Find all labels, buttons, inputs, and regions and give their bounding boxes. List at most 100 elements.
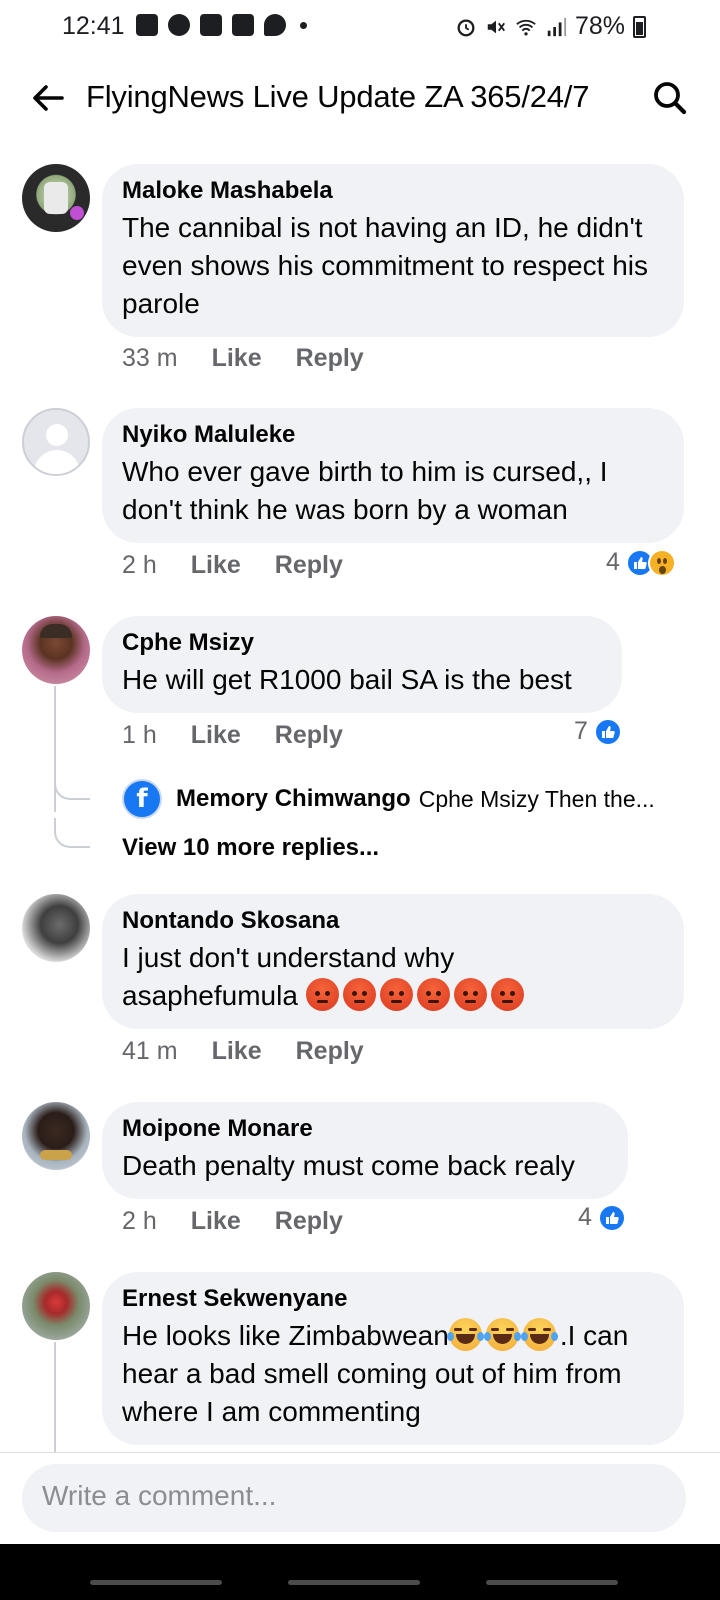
comment-bubble[interactable]: Cphe Msizy He will get R1000 bail SA is … xyxy=(102,616,622,713)
comment-author[interactable]: Ernest Sekwenyane xyxy=(122,1284,664,1314)
reaction-count: 4 xyxy=(578,1203,592,1231)
comment-author[interactable]: Nyiko Maluleke xyxy=(122,420,664,450)
avatar[interactable] xyxy=(22,408,90,476)
header: FlyingNews Live Update ZA 365/24/7 xyxy=(0,62,720,134)
comment-meta: 1 h Like Reply xyxy=(122,721,343,750)
download-icon xyxy=(200,14,222,36)
avatar[interactable] xyxy=(22,164,90,232)
like-reaction-icon xyxy=(593,717,622,746)
laughing-emoji-icon xyxy=(483,1318,521,1351)
reply-button[interactable]: Reply xyxy=(275,1207,343,1236)
laughing-emoji-icon xyxy=(446,1318,484,1351)
comment-bubble[interactable]: Nontando Skosana I just don't understand… xyxy=(102,894,684,1029)
reply-button[interactable]: Reply xyxy=(275,551,343,580)
reply-avatar[interactable]: f xyxy=(122,779,162,819)
comment-meta: 33 m Like Reply xyxy=(122,344,364,373)
comment-text-content: He looks like Zimbabwean xyxy=(122,1320,449,1351)
comment-author[interactable]: Nontando Skosana xyxy=(122,906,664,936)
comment-time: 33 m xyxy=(122,344,178,372)
comment-meta: 2 h Like Reply xyxy=(122,1207,343,1236)
back-arrow-icon[interactable] xyxy=(28,78,68,118)
twitter-icon xyxy=(264,14,286,36)
like-button[interactable]: Like xyxy=(212,1037,262,1066)
angry-emoji-icon xyxy=(379,978,413,1011)
reaction-summary[interactable]: 4 xyxy=(606,548,676,577)
comment-text: He looks like Zimbabwean .I can hear a ba… xyxy=(122,1317,664,1431)
search-icon[interactable] xyxy=(650,78,690,118)
comment-meta: 41 m Like Reply xyxy=(122,1037,364,1066)
thread-branch xyxy=(54,770,90,800)
reaction-count: 4 xyxy=(606,548,620,576)
page-title: FlyingNews Live Update ZA 365/24/7 xyxy=(86,79,590,114)
alarm-icon xyxy=(457,18,475,36)
system-icons: 78% xyxy=(455,12,646,41)
thread-line xyxy=(54,1342,56,1452)
wifi-icon xyxy=(516,19,536,36)
comment-text: Who ever gave birth to him is cursed,, I… xyxy=(122,456,608,525)
laughing-emoji-icon xyxy=(520,1318,558,1351)
reply-button[interactable]: Reply xyxy=(275,721,343,750)
reply-button[interactable]: Reply xyxy=(296,1037,364,1066)
reply-author[interactable]: Memory Chimwango xyxy=(176,785,411,813)
comment-time: 2 h xyxy=(122,551,157,579)
view-more-replies-link[interactable]: View 10 more replies... xyxy=(122,834,379,862)
angry-emoji-icon xyxy=(490,978,524,1011)
avatar[interactable] xyxy=(22,1102,90,1170)
nav-back-button[interactable] xyxy=(486,1580,618,1585)
avatar[interactable] xyxy=(22,894,90,962)
comment-bubble[interactable]: Nyiko Maluleke Who ever gave birth to hi… xyxy=(102,408,684,543)
composer-divider xyxy=(0,1452,720,1453)
facebook-logo-icon: f xyxy=(136,784,148,814)
angry-emoji-icon xyxy=(416,978,450,1011)
angry-emoji-icon xyxy=(305,978,339,1011)
like-button[interactable]: Like xyxy=(212,344,262,373)
comment-composer[interactable] xyxy=(22,1464,686,1532)
like-reaction-icon xyxy=(597,1203,626,1232)
nav-home-button[interactable] xyxy=(288,1580,420,1585)
signal-icon xyxy=(547,17,567,36)
dot-icon xyxy=(300,21,307,29)
comment-time: 2 h xyxy=(122,1207,157,1235)
reply-preview[interactable]: f Memory Chimwango Cphe Msizy Then the..… xyxy=(122,778,655,820)
notification-icons xyxy=(136,14,307,36)
comment-bubble[interactable]: Maloke Mashabela The cannibal is not hav… xyxy=(102,164,684,337)
comment-text: He will get R1000 bail SA is the best xyxy=(122,664,572,695)
mute-icon xyxy=(487,20,505,33)
comment-text: Death penalty must come back realy xyxy=(122,1150,575,1181)
like-button[interactable]: Like xyxy=(191,721,241,750)
reaction-count: 7 xyxy=(574,717,588,745)
comment-author[interactable]: Cphe Msizy xyxy=(122,628,602,658)
nav-recents-button[interactable] xyxy=(90,1580,222,1585)
thread-line xyxy=(54,686,56,812)
comment-time: 1 h xyxy=(122,721,157,749)
like-button[interactable]: Like xyxy=(191,1207,241,1236)
thread-branch xyxy=(54,818,90,848)
comment-bubble[interactable]: Ernest Sekwenyane He looks like Zimbabwe… xyxy=(102,1272,684,1445)
battery-icon xyxy=(633,15,646,38)
reply-button[interactable]: Reply xyxy=(296,344,364,373)
battery-percent: 78% xyxy=(574,12,625,40)
comment-text: I just don't understand why asaphefumula xyxy=(122,939,562,1015)
comment-bubble[interactable]: Moipone Monare Death penalty must come b… xyxy=(102,1102,628,1199)
comment-input[interactable] xyxy=(42,1480,662,1512)
avatar[interactable] xyxy=(22,1272,90,1340)
reaction-summary[interactable]: 7 xyxy=(574,717,622,746)
avatar[interactable] xyxy=(22,616,90,684)
clock: 12:41 xyxy=(62,12,125,40)
teams-icon xyxy=(232,14,254,36)
comment-author[interactable]: Maloke Mashabela xyxy=(122,176,664,206)
comment-author[interactable]: Moipone Monare xyxy=(122,1114,608,1144)
status-bar: 12:41 78% xyxy=(0,0,720,54)
comment-time: 41 m xyxy=(122,1037,178,1065)
system-nav-bar xyxy=(0,1544,720,1600)
reply-snippet: Cphe Msizy Then the... xyxy=(418,785,655,812)
wow-reaction-icon xyxy=(647,548,676,577)
comment-meta: 2 h Like Reply xyxy=(122,551,343,580)
comment-text: The cannibal is not having an ID, he did… xyxy=(122,212,648,319)
reaction-summary[interactable]: 4 xyxy=(578,1203,626,1232)
angry-emoji-icon xyxy=(342,978,376,1011)
like-button[interactable]: Like xyxy=(191,551,241,580)
facebook-icon xyxy=(168,14,190,36)
message-icon xyxy=(136,14,158,36)
angry-emoji-icon xyxy=(453,978,487,1011)
